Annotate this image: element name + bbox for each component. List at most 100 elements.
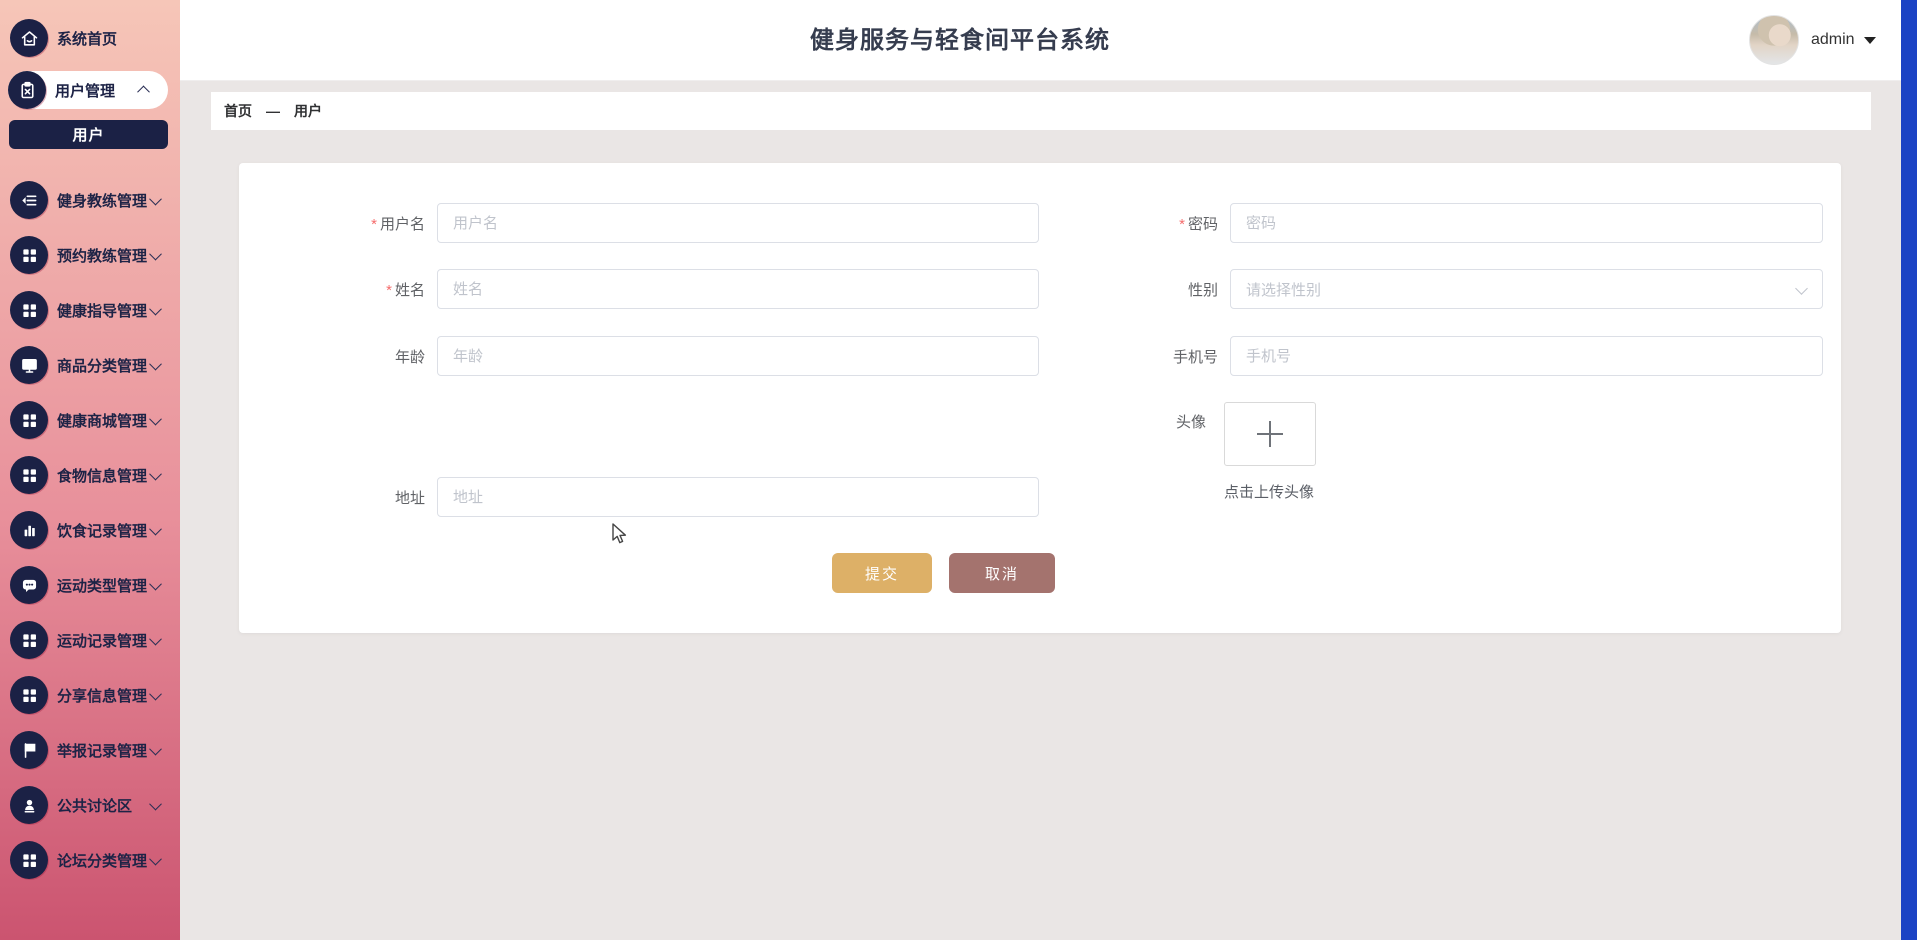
sidebar-item-product-category-mgmt[interactable]: 商品分类管理 xyxy=(0,346,180,384)
sidebar-item-share-info-mgmt[interactable]: 分享信息管理 xyxy=(0,676,180,714)
sidebar-item-label: 健身教练管理 xyxy=(57,192,148,210)
chevron-down-icon xyxy=(149,852,162,865)
address-input[interactable] xyxy=(437,477,1039,517)
chevron-down-icon xyxy=(149,302,162,315)
sidebar-item-label: 饮食记录管理 xyxy=(57,522,148,540)
form-row-password: * 密码 xyxy=(1052,203,1823,243)
form-row-address: 地址 xyxy=(239,477,1039,517)
sidebar-item-label: 商品分类管理 xyxy=(57,357,148,375)
sidebar-item-health-mall-mgmt[interactable]: 健康商城管理 xyxy=(0,401,180,439)
sidebar-item-label: 举报记录管理 xyxy=(57,742,148,760)
sidebar-item-label: 用户管理 xyxy=(55,82,116,100)
sidebar-item-booking-mgmt[interactable]: 预约教练管理 xyxy=(0,236,180,274)
submit-button[interactable]: 提交 xyxy=(832,553,932,593)
password-input[interactable] xyxy=(1230,203,1823,243)
plus-icon xyxy=(1257,421,1283,447)
clipboard-icon xyxy=(8,71,46,109)
grid-icon xyxy=(10,841,48,879)
chevron-down-icon xyxy=(149,797,162,810)
sidebar-item-health-guide-mgmt[interactable]: 健康指导管理 xyxy=(0,291,180,329)
chevron-down-icon xyxy=(149,577,162,590)
sidebar-item-label: 公共讨论区 xyxy=(57,797,133,815)
phone-label: 手机号 xyxy=(1172,348,1218,366)
breadcrumb-current: 用户 xyxy=(294,103,322,119)
sidebar-item-food-info-mgmt[interactable]: 食物信息管理 xyxy=(0,456,180,494)
sidebar-item-label: 系统首页 xyxy=(57,30,118,48)
top-header xyxy=(180,0,1920,81)
form-row-age: 年龄 xyxy=(239,336,1039,376)
gender-select-placeholder: 请选择性别 xyxy=(1246,281,1322,299)
breadcrumb-home[interactable]: 首页 xyxy=(224,101,252,121)
chevron-down-icon xyxy=(149,192,162,205)
chevron-down-icon xyxy=(149,467,162,480)
form-row-gender: 性别 请选择性别 xyxy=(1052,269,1823,309)
chevron-down-icon xyxy=(149,742,162,755)
chevron-down-icon xyxy=(149,687,162,700)
required-mark: * xyxy=(1179,215,1185,233)
monitor-icon xyxy=(10,346,48,384)
grid-icon xyxy=(10,291,48,329)
sidebar-item-coach-mgmt[interactable]: 健身教练管理 xyxy=(0,181,180,219)
home-icon xyxy=(10,19,48,57)
form-row-name: * 姓名 xyxy=(239,269,1039,309)
dropdown-arrow-icon xyxy=(1863,36,1876,44)
sidebar-subitem-user[interactable]: 用户 xyxy=(9,120,168,149)
form-row-phone: 手机号 xyxy=(1052,336,1823,376)
breadcrumb-separator: — xyxy=(266,103,280,119)
sidebar-item-home[interactable]: 系统首页 xyxy=(0,19,180,57)
sidebar-item-forum[interactable]: 公共讨论区 xyxy=(0,786,180,824)
grid-icon xyxy=(10,621,48,659)
sidebar-item-label: 论坛分类管理 xyxy=(57,852,148,870)
sidebar-item-label: 分享信息管理 xyxy=(57,687,148,705)
age-input[interactable] xyxy=(437,336,1039,376)
bar-chart-icon xyxy=(10,511,48,549)
gender-label: 性别 xyxy=(1187,281,1218,299)
sidebar-item-label: 食物信息管理 xyxy=(57,467,148,485)
flag-icon xyxy=(10,731,48,769)
required-mark: * xyxy=(386,281,392,299)
chevron-down-icon xyxy=(149,247,162,260)
form-row-username: * 用户名 xyxy=(239,203,1039,243)
avatar-upload-label: 头像 xyxy=(1175,414,1206,431)
sidebar-item-forum-category-mgmt[interactable]: 论坛分类管理 xyxy=(0,841,180,879)
user-menu[interactable]: admin xyxy=(1749,0,1876,80)
age-label: 年龄 xyxy=(394,348,425,366)
grid-icon xyxy=(10,236,48,274)
sidebar-item-sport-record-mgmt[interactable]: 运动记录管理 xyxy=(0,621,180,659)
sidebar-item-label: 健康商城管理 xyxy=(57,412,148,430)
chevron-down-icon xyxy=(1795,282,1808,295)
chevron-down-icon xyxy=(149,632,162,645)
sidebar-item-user-mgmt[interactable]: 用户管理 xyxy=(8,71,168,109)
grid-icon xyxy=(10,676,48,714)
avatar-upload-hint: 点击上传头像 xyxy=(1223,484,1314,501)
name-label: * 姓名 xyxy=(386,281,425,299)
sidebar-item-report-record-mgmt[interactable]: 举报记录管理 xyxy=(0,731,180,769)
scrollbar-thumb[interactable] xyxy=(1901,0,1917,940)
avatar[interactable] xyxy=(1749,15,1799,65)
username-label: * 用户名 xyxy=(371,215,425,233)
cancel-button[interactable]: 取消 xyxy=(949,553,1055,593)
list-icon xyxy=(10,181,48,219)
name-input[interactable] xyxy=(437,269,1039,309)
gender-select[interactable]: 请选择性别 xyxy=(1230,269,1823,309)
chat-icon xyxy=(10,566,48,604)
chevron-down-icon xyxy=(149,412,162,425)
breadcrumb: 首页 — 用户 xyxy=(211,92,1871,130)
username-input[interactable] xyxy=(437,203,1039,243)
phone-input[interactable] xyxy=(1230,336,1823,376)
chevron-down-icon xyxy=(149,522,162,535)
sidebar-item-label: 预约教练管理 xyxy=(57,247,148,265)
grid-icon xyxy=(10,456,48,494)
sidebar-item-label: 运动记录管理 xyxy=(57,632,148,650)
chevron-down-icon xyxy=(149,357,162,370)
required-mark: * xyxy=(371,215,377,233)
user-name: admin xyxy=(1811,31,1855,48)
grid-icon xyxy=(10,401,48,439)
sidebar-item-diet-record-mgmt[interactable]: 饮食记录管理 xyxy=(0,511,180,549)
sidebar-item-sport-type-mgmt[interactable]: 运动类型管理 xyxy=(0,566,180,604)
chevron-up-icon xyxy=(137,85,150,98)
password-label: * 密码 xyxy=(1179,215,1218,233)
avatar-upload-box[interactable] xyxy=(1224,402,1316,466)
address-label: 地址 xyxy=(394,489,425,507)
user-form-card: *用户名 *姓名 年龄 地址 *密码 性别 请选择性别 手机号 头像 点击上传头… xyxy=(239,163,1841,633)
